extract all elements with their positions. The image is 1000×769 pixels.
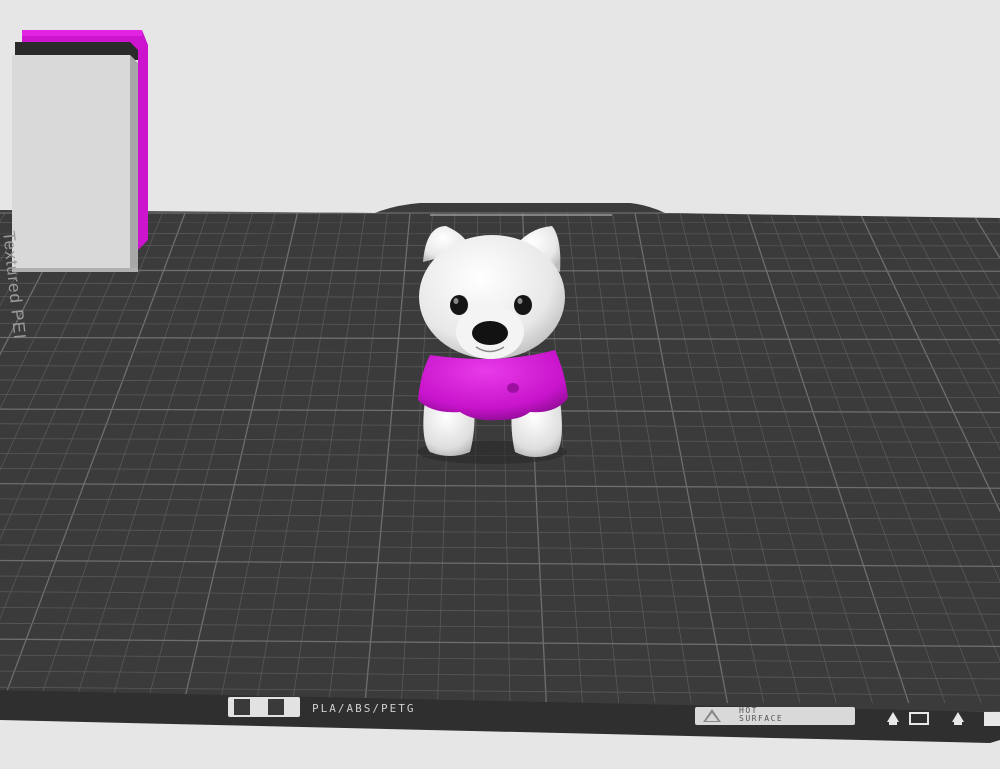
prime-tower bbox=[12, 30, 148, 272]
3d-viewport[interactable] bbox=[0, 0, 1000, 769]
bed-material-label: PLA/ABS/PETG bbox=[312, 702, 416, 715]
grid-line bbox=[0, 232, 1000, 235]
hot-surface-text: HOT SURFACE bbox=[739, 706, 784, 723]
hot-surface-warning: HOT SURFACE bbox=[695, 707, 855, 725]
plate-icon bbox=[984, 712, 1000, 726]
logo-icon bbox=[228, 697, 300, 717]
